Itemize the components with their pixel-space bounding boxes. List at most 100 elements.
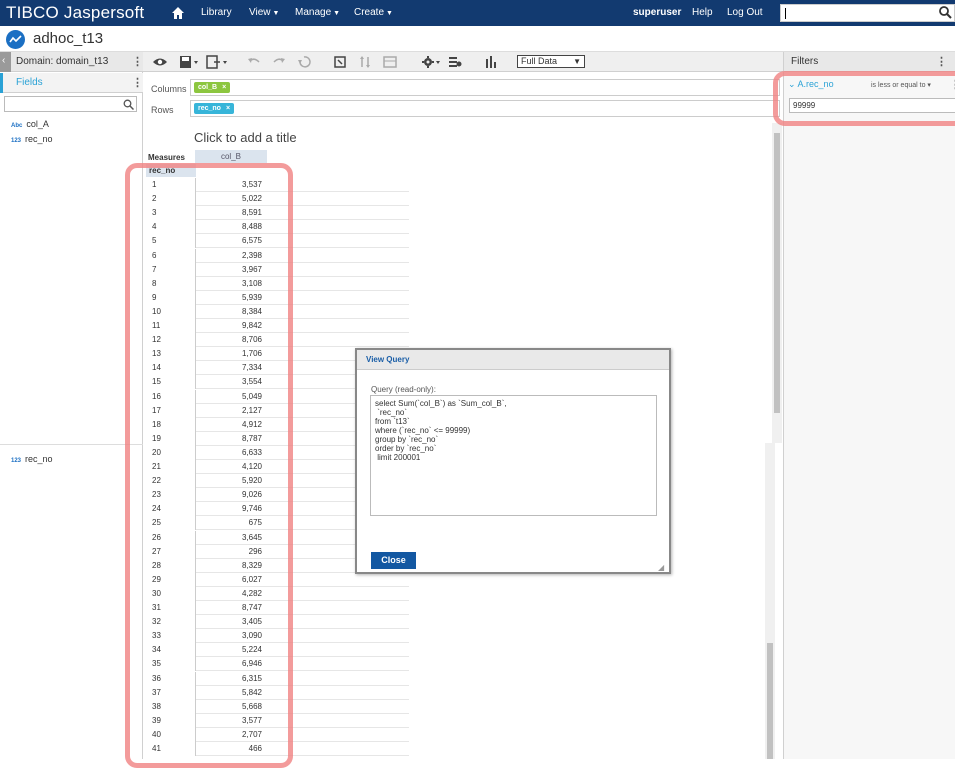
vertical-scrollbar[interactable]: [765, 443, 775, 759]
collapse-panel-button[interactable]: ‹: [0, 52, 11, 72]
chevron-down-icon: ▼: [333, 10, 341, 17]
resize-grip-icon[interactable]: ◢: [658, 563, 664, 572]
query-textarea[interactable]: select Sum(`col_B`) as `Sum_col_B`, `rec…: [370, 395, 657, 516]
row-key-cell: 5: [146, 234, 196, 249]
row-value-cell: 3,108: [241, 278, 262, 288]
report-title-placeholder[interactable]: Click to add a title: [194, 130, 297, 145]
columns-label: Columns: [151, 84, 187, 94]
row-value-cell: 5,668: [241, 701, 262, 711]
table-row: 4 8,488: [146, 220, 409, 235]
field-search-input[interactable]: [4, 96, 137, 112]
row-value-cell: 8,747: [241, 603, 262, 612]
sort-icon[interactable]: [358, 55, 372, 69]
row-key-cell: 13: [146, 347, 196, 362]
column-pill-col-b[interactable]: col_B ×: [194, 82, 231, 93]
nav-manage-label: Manage: [295, 7, 332, 18]
fields-tab-header[interactable]: Fields ⋮: [0, 73, 143, 93]
kebab-menu-icon[interactable]: ⋮: [950, 78, 955, 91]
vertical-scrollbar[interactable]: [772, 123, 782, 443]
filter-data-icon[interactable]: [448, 55, 462, 69]
dialog-header[interactable]: View Query: [357, 350, 669, 370]
row-key-cell: 18: [146, 417, 196, 432]
global-search-input[interactable]: [780, 4, 955, 22]
filter-value-input[interactable]: 99999: [789, 98, 955, 113]
jaspersoft-logo[interactable]: TIBCO Jaspersoft: [6, 3, 144, 23]
row-key-cell: 19: [146, 431, 196, 446]
kebab-menu-icon[interactable]: ⋮: [132, 55, 143, 68]
row-key-cell: 14: [146, 361, 196, 376]
remove-icon[interactable]: ×: [226, 105, 230, 112]
row-key-cell: 23: [146, 488, 196, 503]
row-key-cell: 8: [146, 276, 196, 291]
row-value-cell: 9,842: [241, 321, 262, 330]
row-key-cell: 35: [146, 657, 196, 672]
search-icon[interactable]: [123, 99, 134, 110]
eye-icon[interactable]: [152, 55, 168, 69]
row-key-cell: 40: [146, 727, 196, 742]
home-icon[interactable]: [171, 6, 185, 20]
domain-header: ‹ Domain: domain_t13 ⋮: [0, 52, 143, 72]
row-key-cell: 22: [146, 474, 196, 489]
field-rec-no[interactable]: 123 rec_no: [11, 134, 53, 144]
table-row: 5 6,575: [146, 234, 409, 249]
row-key-cell: 7: [146, 262, 196, 277]
number-type-icon: 123: [11, 458, 22, 464]
filter-field-name[interactable]: ⌄ A.rec_no: [788, 79, 834, 90]
search-icon[interactable]: [939, 6, 952, 19]
nav-library[interactable]: Library: [201, 7, 232, 18]
table-row: 37 5,842: [146, 685, 409, 700]
gear-icon[interactable]: [421, 55, 441, 69]
row-value-cell: 9,026: [241, 490, 262, 500]
scrollbar-thumb[interactable]: [774, 133, 780, 413]
table-row: 7 3,967: [146, 262, 409, 277]
nav-create-menu[interactable]: Create ▼: [354, 7, 393, 18]
redo-icon[interactable]: [272, 55, 286, 69]
dialog-title: View Query: [366, 355, 410, 364]
filters-panel: Filters ⋮ ⌄ A.rec_no is less or equal to…: [783, 52, 955, 759]
scrollbar-thumb[interactable]: [767, 643, 773, 759]
row-pill-rec-no[interactable]: rec_no ×: [194, 103, 235, 114]
active-tab-indicator: [0, 73, 3, 93]
export-icon[interactable]: [206, 55, 228, 69]
undo-all-icon[interactable]: [297, 55, 311, 69]
nav-logout[interactable]: Log Out: [727, 7, 763, 18]
row-key-cell: 25: [146, 516, 196, 531]
data-size-select[interactable]: Full Data ▼: [517, 55, 585, 68]
user-menu[interactable]: superuser: [633, 7, 681, 18]
measure-column-header[interactable]: col_B: [195, 150, 267, 163]
row-key-cell: 10: [146, 304, 196, 319]
save-icon[interactable]: [179, 55, 199, 69]
row-group-header[interactable]: rec_no: [146, 164, 196, 177]
field-col-a[interactable]: Abc col_A: [11, 119, 49, 129]
table-row: 2 5,022: [146, 192, 409, 207]
remove-icon[interactable]: ×: [222, 84, 226, 91]
kebab-menu-icon[interactable]: ⋮: [132, 76, 143, 89]
row-value-cell: 5,920: [241, 476, 262, 486]
close-button[interactable]: Close: [371, 552, 416, 569]
row-key-cell: 1: [146, 178, 196, 192]
table-row: 3 8,591: [146, 206, 409, 221]
nav-help[interactable]: Help: [692, 7, 713, 18]
rows-drop-zone[interactable]: rec_no ×: [190, 100, 780, 117]
number-type-icon: 123: [11, 138, 22, 144]
kebab-menu-icon[interactable]: ⋮: [936, 55, 947, 68]
field-rec-no[interactable]: 123 rec_no: [11, 454, 53, 464]
row-value-cell: 3,554: [241, 377, 262, 387]
nav-view-menu[interactable]: View ▼: [249, 7, 279, 18]
filter-operator-label: is less or equal to: [871, 82, 926, 89]
row-value-cell: 675: [248, 518, 262, 528]
nav-manage-menu[interactable]: Manage ▼: [295, 7, 340, 18]
table-row: 1 3,537: [146, 178, 409, 192]
row-value-cell: 5,939: [241, 292, 262, 302]
switch-group-icon[interactable]: [333, 55, 347, 69]
chevron-down-icon: ▼: [573, 57, 581, 66]
row-value-cell: 296: [248, 546, 262, 556]
fields-tab-label: Fields: [16, 77, 43, 88]
chart-type-icon[interactable]: [484, 55, 498, 69]
filter-operator-select[interactable]: is less or equal to ▾: [871, 81, 931, 89]
undo-icon[interactable]: [247, 55, 261, 69]
columns-drop-zone[interactable]: col_B ×: [190, 79, 780, 96]
layout-icon[interactable]: [383, 55, 397, 69]
domain-label: Domain: domain_t13: [16, 56, 109, 67]
top-navigation-bar: TIBCO Jaspersoft Library View ▼ Manage ▼ C…: [0, 0, 955, 26]
